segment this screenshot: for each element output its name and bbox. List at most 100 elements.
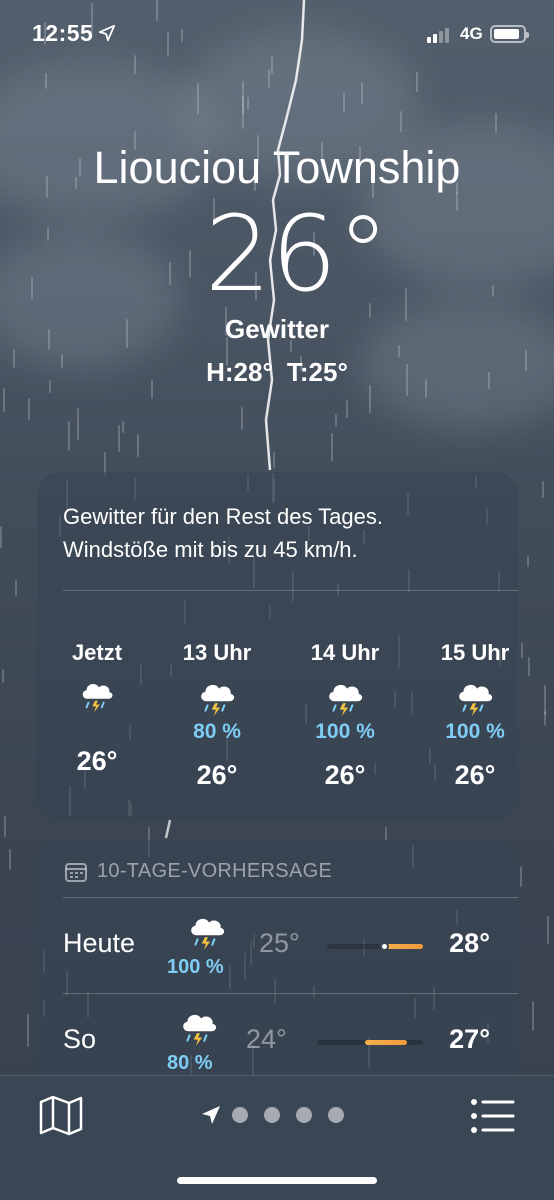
- rain-drop: [68, 421, 70, 451]
- page-dot[interactable]: [296, 1107, 312, 1123]
- low-temperature: T:25°: [286, 357, 348, 387]
- hour-label: 15 Uhr: [440, 640, 510, 665]
- rain-drop: [0, 526, 2, 548]
- hourly-forecast-card[interactable]: Gewitter für den Rest des Tages. Windstö…: [37, 472, 518, 820]
- precipitation-probability: 100 %: [167, 956, 224, 978]
- rain-drop: [2, 669, 4, 683]
- rain-drop: [118, 425, 120, 452]
- ten-day-forecast-card[interactable]: 10-TAGE-VORHERSAGE Heute 100 % 25° 28° So 80 …: [37, 840, 518, 1100]
- thunderstorm-icon: [82, 684, 113, 713]
- hour-temperature: 26°: [454, 760, 496, 790]
- hour-label: 14 Uhr: [310, 640, 380, 665]
- rain-drop: [197, 83, 199, 114]
- rain-drop: [343, 93, 345, 113]
- rain-drop: [137, 434, 139, 457]
- current-temperature-marker: [380, 942, 389, 951]
- precipitation-probability: 80 %: [167, 1052, 213, 1074]
- page-indicator[interactable]: [200, 1104, 360, 1126]
- rain-drop: [15, 579, 17, 597]
- rain-drop: [547, 916, 549, 944]
- rain-drop: [385, 827, 387, 840]
- city-name: Liouciou Township: [93, 142, 461, 193]
- forecast-header: 10-TAGE-VORHERSAGE: [65, 860, 332, 883]
- precipitation-probability: 80 %: [193, 720, 241, 743]
- rain-drop: [532, 1001, 534, 1031]
- hourly-item: 15 Uhr 100 % 26°: [425, 640, 525, 791]
- hour-label: 13 Uhr: [182, 640, 252, 665]
- low-temperature: 24°: [246, 1024, 287, 1054]
- day-name: Heute: [63, 928, 136, 958]
- rain-drop: [331, 433, 333, 461]
- rain-drop: [273, 452, 275, 468]
- list-icon[interactable]: [470, 1098, 516, 1134]
- rain-drop: [400, 111, 402, 132]
- rain-drop: [520, 866, 522, 887]
- hour-temperature: 26°: [76, 746, 118, 776]
- rain-drop: [544, 711, 546, 726]
- rain-drop: [242, 81, 244, 114]
- rain-drop: [527, 555, 529, 567]
- rain-drop: [45, 73, 47, 89]
- high-temperature: 27°: [449, 1024, 490, 1054]
- precipitation-probability: 100 %: [445, 720, 505, 743]
- status-bar: 12:55 4G: [0, 0, 554, 70]
- current-condition: Gewitter: [224, 314, 330, 344]
- temperature-range-bar: [317, 1040, 423, 1045]
- map-icon[interactable]: [38, 1094, 84, 1136]
- rain-drop: [495, 113, 497, 133]
- rain-drop: [528, 657, 530, 676]
- cellular-signal-icon: [427, 28, 449, 43]
- forecast-day-row[interactable]: Heute 100 % 25° 28°: [37, 898, 518, 994]
- precipitation-probability: 100 %: [315, 720, 375, 743]
- rain-drop: [544, 685, 546, 715]
- hourly-item: 14 Uhr 100 % 26°: [295, 640, 395, 791]
- hour-temperature: 26°: [324, 760, 366, 790]
- rain-drop: [542, 481, 544, 498]
- thunderstorm-icon: [459, 684, 493, 716]
- low-temperature: 25°: [259, 928, 300, 958]
- status-time: 12:55: [32, 20, 94, 46]
- rain-drop: [346, 400, 348, 418]
- current-temperature: 26°: [204, 193, 390, 315]
- home-indicator[interactable]: [177, 1177, 377, 1184]
- rain-drop: [416, 72, 418, 92]
- hourly-item: 13 Uhr 80 % 26°: [167, 640, 267, 791]
- rain-drop: [369, 385, 371, 413]
- rain-drop: [28, 398, 30, 420]
- hourly-item: Jetzt 26°: [47, 640, 147, 777]
- rain-drop: [242, 96, 244, 129]
- location-services-icon: [98, 24, 116, 42]
- page-dot[interactable]: [264, 1107, 280, 1123]
- rain-drop: [398, 345, 400, 357]
- rain-drop: [4, 816, 6, 837]
- high-temperature: H:28°: [206, 357, 273, 387]
- high-low: H:28° T:25°: [0, 357, 554, 388]
- calendar-icon: [65, 862, 87, 882]
- thunderstorm-icon: [183, 1014, 217, 1046]
- temperature-range-bar: [327, 942, 423, 951]
- rain-drop: [268, 69, 270, 88]
- hour-temperature: 26°: [196, 760, 238, 790]
- rain-drop: [335, 414, 337, 427]
- thunderstorm-icon: [329, 684, 363, 716]
- battery-icon: [490, 25, 529, 43]
- day-name: So: [63, 1024, 97, 1054]
- rain-drop: [27, 1014, 29, 1047]
- rain-drop: [3, 388, 5, 412]
- network-type: 4G: [460, 24, 483, 43]
- rain-drop: [77, 408, 79, 440]
- rain-drop: [9, 849, 11, 870]
- forecast-summary: Gewitter für den Rest des Tages. Windstö…: [63, 504, 383, 562]
- thunderstorm-icon: [201, 684, 235, 716]
- rain-drop: [247, 97, 249, 110]
- thunderstorm-icon: [191, 918, 225, 950]
- page-dot[interactable]: [232, 1107, 248, 1123]
- rain-drop: [122, 421, 124, 433]
- rain-drop: [361, 82, 363, 104]
- divider: [63, 590, 518, 591]
- hour-label: Jetzt: [71, 640, 123, 665]
- high-temperature: 28°: [449, 928, 490, 958]
- rain-drop: [241, 407, 243, 430]
- location-arrow-icon[interactable]: [200, 1104, 222, 1126]
- page-dot[interactable]: [328, 1107, 344, 1123]
